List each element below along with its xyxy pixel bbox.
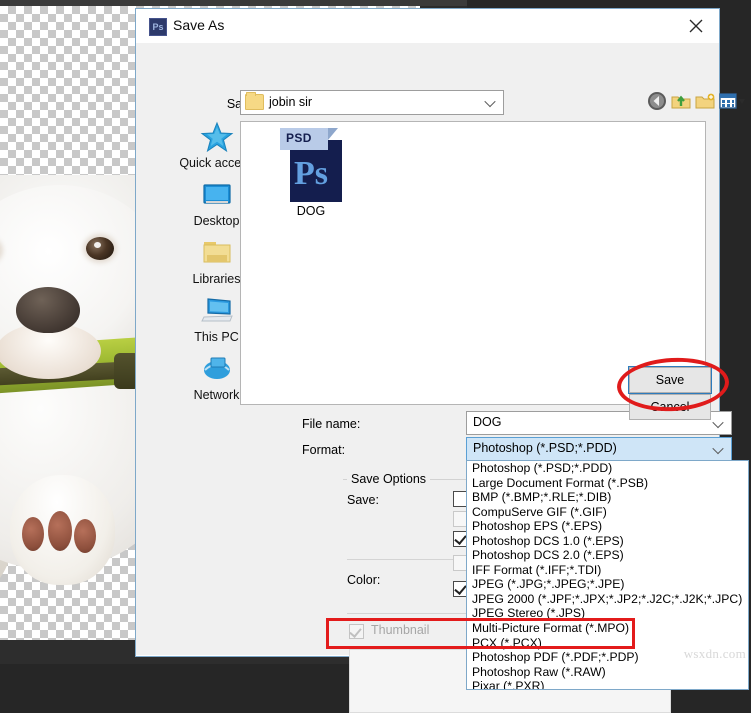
save-button[interactable]: Save [629,367,711,393]
format-value: Photoshop (*.PSD;*.PDD) [473,441,617,455]
format-option[interactable]: Photoshop Raw (*.RAW) [467,665,748,680]
chevron-down-icon [486,99,495,104]
monitor-icon [200,179,234,211]
color-label: Color: [347,573,381,587]
star-icon [200,121,234,153]
close-button[interactable] [674,9,719,41]
format-option[interactable]: CompuServe GIF (*.GIF) [467,505,748,520]
format-option[interactable]: Pixar (*.PXR) [467,679,748,689]
dialog-title: Save As [173,17,225,33]
format-option[interactable]: Large Document Format (*.PSB) [467,476,748,491]
create-new-folder-button[interactable] [694,91,716,112]
network-icon [200,353,234,385]
up-folder-icon [671,95,691,109]
photoshop-icon: Ps [149,18,167,36]
back-button[interactable] [646,91,668,112]
new-folder-icon [695,93,715,109]
watermark: wsxdn.com [683,646,746,661]
ps-glyph: Ps [294,155,328,192]
dialog-title-bar: Ps Save As [136,9,719,44]
save-button-label: Save [655,373,685,387]
views-button[interactable] [718,91,748,112]
format-option[interactable]: BMP (*.BMP;*.RLE;*.DIB) [467,490,748,505]
save-label: Save: [347,493,379,507]
psd-file-icon: PSD Ps [280,128,342,202]
up-one-level-button[interactable] [670,91,692,112]
format-option[interactable]: JPEG 2000 (*.JPF;*.JPX;*.JP2;*.J2C;*.J2K… [467,592,748,607]
chevron-down-icon [714,446,723,451]
views-menu-icon [719,93,745,109]
format-option[interactable]: Multi-Picture Format (*.MPO) [467,621,748,636]
folder-icon [245,92,264,110]
format-option[interactable]: Photoshop (*.PSD;*.PDD) [467,461,748,476]
chevron-down-icon [714,420,723,425]
computer-icon [200,295,234,327]
folder-icon [200,237,234,269]
thumbnail-checkbox[interactable] [349,624,364,639]
format-option[interactable]: Photoshop EPS (*.EPS) [467,519,748,534]
save-options-title: Save Options [347,472,431,486]
format-option[interactable]: JPEG (*.JPG;*.JPEG;*.JPE) [467,577,748,592]
close-icon [689,19,703,33]
thumbnail-label: Thumbnail [371,623,430,637]
psd-badge: PSD [286,131,312,145]
file-name-label: File name: [302,417,361,431]
save-as-dialog: Ps Save As Save in: jobin sir [135,8,749,713]
format-option[interactable]: Photoshop DCS 2.0 (*.EPS) [467,548,748,563]
save-in-value: jobin sir [269,95,313,109]
save-in-combobox[interactable]: jobin sir [240,90,504,115]
format-option[interactable]: Photoshop DCS 1.0 (*.EPS) [467,534,748,549]
file-item-dog[interactable]: PSD Ps DOG [271,128,351,224]
file-name-value: DOG [473,415,502,429]
format-option[interactable]: JPEG Stereo (*.JPS) [467,606,748,621]
file-list-pane[interactable]: PSD Ps DOG [240,121,706,405]
dialog-body: Save in: jobin sir [136,43,749,713]
file-item-label: DOG [296,204,326,218]
format-combobox[interactable]: Photoshop (*.PSD;*.PDD) [466,437,732,461]
cancel-button[interactable]: Cancel [629,394,711,420]
format-option[interactable]: IFF Format (*.IFF;*.TDI) [467,563,748,578]
format-label: Format: [302,443,346,457]
cancel-button-label: Cancel [650,400,690,414]
back-arrow-icon [648,92,666,110]
